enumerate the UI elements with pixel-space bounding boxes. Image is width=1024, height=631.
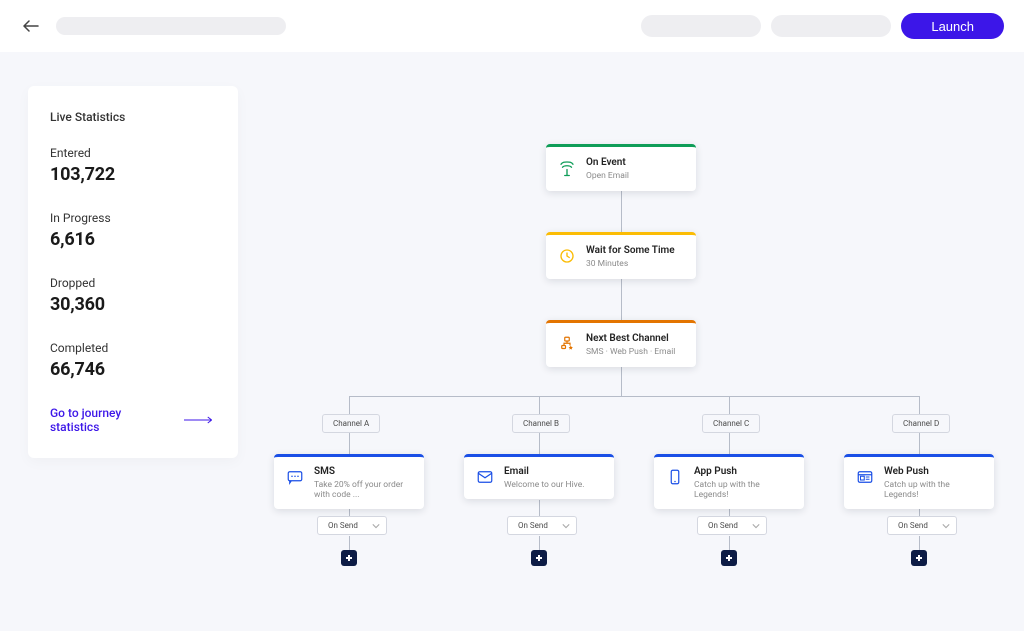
on-send-label: On Send [708,521,738,530]
channel-tag-b: Channel B [512,414,570,433]
header-pill-1 [641,15,761,37]
connector [349,432,350,454]
stat-label: In Progress [50,211,216,225]
node-channel-web-push[interactable]: Web Push Catch up with the Legends! [844,454,994,509]
node-subtitle: Take 20% off your order with code ... [314,480,414,500]
connector [729,396,730,414]
connector [349,536,350,550]
stat-in-progress: In Progress 6,616 [50,211,216,250]
header-pill-2 [771,15,891,37]
journey-statistics-link[interactable]: Go to journey statistics [50,406,216,434]
node-subtitle: Open Email [586,171,629,181]
connector [539,536,540,550]
connector [919,432,920,454]
connector [539,396,540,414]
launch-button[interactable]: Launch [901,13,1004,39]
node-title: Email [504,466,584,478]
node-title: Wait for Some Time [586,245,675,257]
on-send-dropdown-c[interactable]: On Send [697,516,767,535]
add-step-button-b[interactable] [531,550,547,566]
stat-entered: Entered 103,722 [50,146,216,185]
back-button[interactable] [20,15,42,37]
node-title: Web Push [884,466,984,478]
on-send-label: On Send [898,521,928,530]
node-on-event[interactable]: On Event Open Email [546,144,696,191]
stat-value: 66,746 [50,359,216,380]
node-title: SMS [314,466,414,478]
channel-tag-a: Channel A [322,414,380,433]
branch-star-icon [556,333,578,355]
breadcrumb-skeleton [56,17,286,35]
chevron-down-icon [372,522,380,530]
stat-label: Entered [50,146,216,160]
channel-tag-c: Channel C [702,414,760,433]
channel-tag-d: Channel D [892,414,950,433]
browser-icon [854,466,876,488]
connector [621,276,622,321]
connector [349,396,350,414]
chevron-down-icon [562,522,570,530]
chevron-down-icon [752,522,760,530]
node-subtitle: Catch up with the Legends! [694,480,794,500]
stat-label: Dropped [50,276,216,290]
email-icon [474,466,496,488]
stat-value: 30,360 [50,294,216,315]
node-wait[interactable]: Wait for Some Time 30 Minutes [546,232,696,279]
node-subtitle: Welcome to our Hive. [504,480,584,490]
node-title: Next Best Channel [586,333,675,345]
add-step-button-c[interactable] [721,550,737,566]
connector [539,500,540,516]
stat-dropped: Dropped 30,360 [50,276,216,315]
node-subtitle: 30 Minutes [586,259,675,269]
arrow-left-icon [23,19,39,33]
live-statistics-title: Live Statistics [50,110,216,124]
clock-icon [556,245,578,267]
node-title: App Push [694,466,794,478]
connector [621,364,622,396]
stat-value: 6,616 [50,229,216,250]
on-send-dropdown-b[interactable]: On Send [507,516,577,535]
on-send-dropdown-d[interactable]: On Send [887,516,957,535]
link-label: Go to journey statistics [50,406,172,434]
antenna-icon [556,157,578,179]
node-channel-email[interactable]: Email Welcome to our Hive. [464,454,614,499]
stat-completed: Completed 66,746 [50,341,216,380]
phone-icon [664,466,686,488]
connector [729,432,730,454]
node-channel-sms[interactable]: SMS Take 20% off your order with code ..… [274,454,424,509]
connector [919,396,920,414]
header: Launch [0,0,1024,52]
on-send-label: On Send [518,521,548,530]
stat-label: Completed [50,341,216,355]
chevron-down-icon [942,522,950,530]
arrow-right-long-icon [184,416,216,424]
node-channel-app-push[interactable]: App Push Catch up with the Legends! [654,454,804,509]
header-right: Launch [641,13,1004,39]
connector [539,432,540,454]
add-step-button-d[interactable] [911,550,927,566]
node-subtitle: SMS · Web Push · Email [586,347,675,357]
on-send-dropdown-a[interactable]: On Send [317,516,387,535]
canvas: Live Statistics Entered 103,722 In Progr… [0,52,1024,631]
on-send-label: On Send [328,521,358,530]
node-subtitle: Catch up with the Legends! [884,480,984,500]
node-next-best-channel[interactable]: Next Best Channel SMS · Web Push · Email [546,320,696,367]
live-statistics-panel: Live Statistics Entered 103,722 In Progr… [28,86,238,458]
connector [729,536,730,550]
sms-icon [284,466,306,488]
connector [919,536,920,550]
connector [621,188,622,233]
connector [349,396,919,397]
add-step-button-a[interactable] [341,550,357,566]
stat-value: 103,722 [50,164,216,185]
node-title: On Event [586,157,629,169]
